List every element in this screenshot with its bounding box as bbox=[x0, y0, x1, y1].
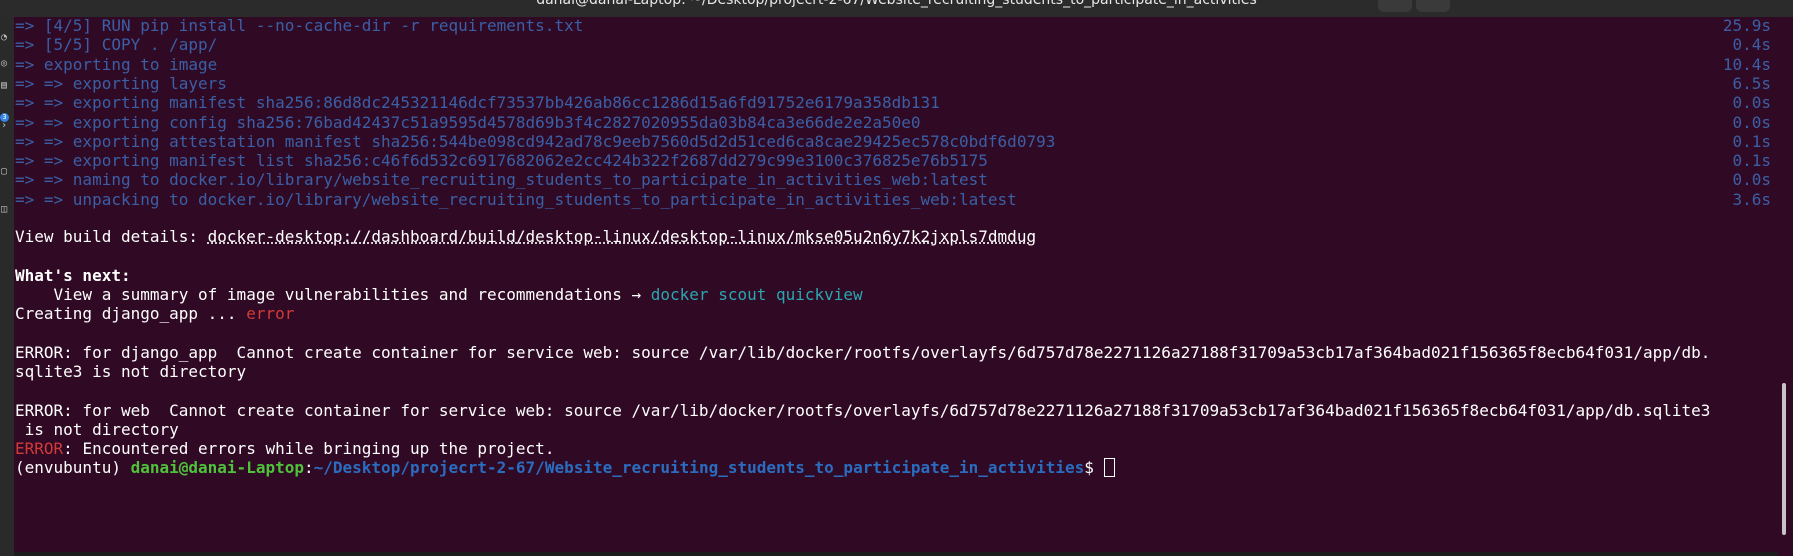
dock-app-icon[interactable]: ▢ bbox=[1, 167, 7, 177]
creating-line: Creating django_app ... error bbox=[15, 304, 295, 323]
build-step-text: => => unpacking to docker.io/library/web… bbox=[15, 189, 1017, 209]
creating-status: error bbox=[246, 304, 295, 323]
error-django-app-line-2: sqlite3 is not directory bbox=[15, 362, 247, 381]
window-title: danai@danai-Laptop: ~/Desktop/projecrt-2… bbox=[536, 0, 1257, 8]
shell-prompt[interactable]: (envubuntu) danai@danai-Laptop:~/Desktop… bbox=[15, 457, 1771, 479]
text-cursor bbox=[1103, 458, 1115, 477]
dock-app-icon[interactable]: ◫ bbox=[1, 205, 7, 215]
chevron-right-icon[interactable]: › bbox=[1, 121, 7, 131]
build-step-text: => => exporting attestation manifest sha… bbox=[15, 131, 1056, 151]
dock-app-icon[interactable]: ▤ bbox=[1, 81, 7, 91]
dock-app-icon[interactable]: ◔ bbox=[1, 33, 7, 43]
build-step-text: => => exporting manifest sha256:86d8dc24… bbox=[15, 93, 940, 113]
build-step-text: => => exporting layers bbox=[15, 73, 227, 93]
dock: ◔ ◎ ▤ 3 › ▢ ◫ bbox=[0, 17, 14, 556]
build-step-text: => => exporting config sha256:76bad42437… bbox=[15, 112, 921, 132]
prompt-path: ~/Desktop/projecrt-2-67/Website_recruiti… bbox=[313, 458, 1085, 477]
dock-app-icon[interactable]: ◎ bbox=[1, 59, 7, 69]
docker-scout-command[interactable]: docker scout quickview bbox=[651, 285, 863, 304]
build-step-duration: 3.6s bbox=[1732, 189, 1771, 209]
build-step-text: => [5/5] COPY . /app/ bbox=[15, 35, 218, 55]
build-details-line: View build details: docker-desktop://das… bbox=[15, 227, 1037, 246]
build-step-text: => exporting to image bbox=[15, 54, 218, 74]
build-step-text: => => naming to docker.io/library/websit… bbox=[15, 170, 988, 190]
window-menu-button[interactable] bbox=[1416, 0, 1450, 12]
prompt-user-host: danai@danai-Laptop bbox=[130, 458, 304, 477]
build-output-line: => => unpacking to docker.io/library/web… bbox=[15, 189, 1771, 211]
scrollbar[interactable] bbox=[1778, 17, 1793, 556]
error-label: ERROR bbox=[15, 439, 64, 458]
build-step-text: => [4/5] RUN pip install --no-cache-dir … bbox=[15, 17, 584, 35]
title-bar: danai@danai-Laptop: ~/Desktop/projecrt-2… bbox=[0, 0, 1793, 17]
terminal-output[interactable]: => [4/5] RUN pip install --no-cache-dir … bbox=[14, 17, 1778, 552]
scrollbar-thumb[interactable] bbox=[1782, 383, 1786, 535]
tab-menu-button[interactable] bbox=[1378, 0, 1412, 12]
build-details-link[interactable]: docker-desktop://dashboard/build/desktop… bbox=[208, 227, 1036, 246]
build-step-text: => => exporting manifest list sha256:c46… bbox=[15, 151, 988, 171]
